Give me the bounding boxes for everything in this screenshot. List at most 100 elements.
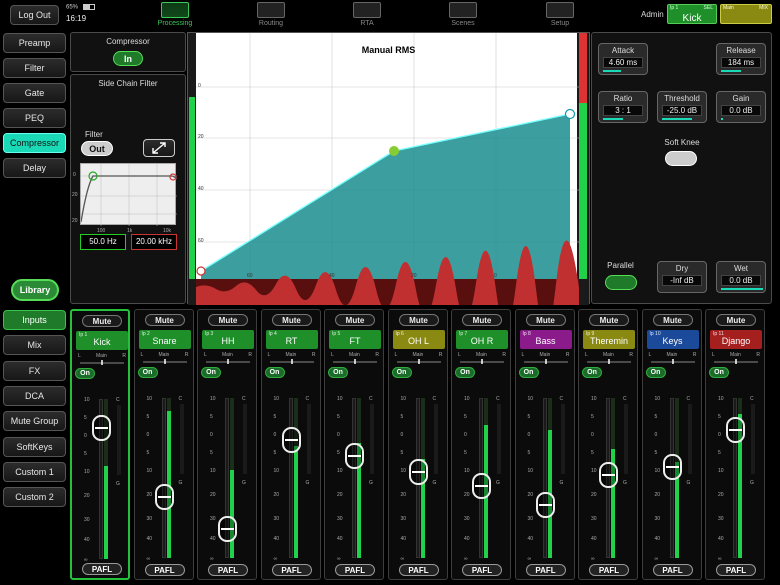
proc-menu-delay[interactable]: Delay [3,158,66,178]
mute-button[interactable]: Mute [652,314,693,326]
nav-menu-dca[interactable]: DCA [3,385,66,406]
pan-control[interactable]: L Main R [458,352,506,364]
proc-menu-peq[interactable]: PEQ [3,108,66,128]
pan-control[interactable]: L Main R [522,352,570,364]
library-button[interactable]: Library [11,279,59,301]
nav-menu-mute-group[interactable]: Mute Group [3,411,66,432]
pafl-button[interactable]: PAFL [398,564,439,576]
mute-button[interactable]: Mute [525,314,566,326]
mute-button[interactable]: Mute [716,314,756,326]
soft-knee-toggle[interactable] [665,151,697,166]
fader-cap[interactable] [281,427,301,453]
on-button[interactable]: On [518,367,539,378]
on-button[interactable]: On [137,367,158,378]
wet-control[interactable]: Wet 0.0 dB [716,261,766,293]
pafl-button[interactable]: PAFL [716,564,756,576]
fader-cap[interactable] [408,459,428,485]
mute-button[interactable]: Mute [271,314,312,326]
pafl-button[interactable]: PAFL [335,564,375,576]
sidechain-graph[interactable]: 0 20 20 100 1k 10k [72,163,178,234]
threshold-control[interactable]: Threshold -25.0 dB [657,91,707,123]
proc-menu-compressor[interactable]: Compressor [3,133,66,153]
mute-button[interactable]: Mute [144,314,185,326]
channel-name-box[interactable]: Ip 1 Kick [76,331,128,350]
pan-control[interactable]: L Main R [712,352,760,364]
gain-control[interactable]: Gain 0.0 dB [716,91,766,123]
channel-name-box[interactable]: Ip 6 OH L [392,330,445,349]
tab-routing[interactable]: Routing [251,2,291,30]
on-button[interactable]: On [75,368,95,379]
fader-cap[interactable] [218,516,237,542]
pan-control[interactable]: L Main R [649,352,697,364]
nav-menu-mix[interactable]: Mix [3,335,66,356]
fader-cap[interactable] [726,417,745,443]
dry-control[interactable]: Dry -Inf dB [657,261,707,293]
nav-menu-custom-2[interactable]: Custom 2 [3,487,66,508]
nav-menu-softkeys[interactable]: SoftKeys [3,436,66,457]
on-button[interactable]: On [709,367,729,378]
mute-button[interactable]: Mute [208,314,248,326]
channel-name-box[interactable]: Ip 9 Theremin [583,330,635,349]
pafl-button[interactable]: PAFL [208,564,248,576]
pan-control[interactable]: L Main R [585,352,633,364]
compressor-graph[interactable]: Manual RMS 0 20 40 60 60 40 20 0 [187,32,590,305]
mute-button[interactable]: Mute [462,314,502,326]
compressor-in-button[interactable]: In [113,51,143,66]
mix-select-box[interactable]: Main MIX [720,4,772,24]
tab-processing[interactable]: Processing [155,2,195,30]
pafl-button[interactable]: PAFL [271,564,312,576]
on-button[interactable]: On [582,367,602,378]
fader-cap[interactable] [599,462,618,488]
channel-name-box[interactable]: Ip 11 Django [710,330,762,349]
pafl-button[interactable]: PAFL [589,564,629,576]
selected-channel-box[interactable]: Ip 1 SEL Kick [667,4,717,24]
channel-name-box[interactable]: Ip 3 HH [202,330,254,349]
release-control[interactable]: Release 184 ms [716,43,766,75]
mute-button[interactable]: Mute [82,315,122,327]
filter-toggle-button[interactable]: Out [81,141,113,156]
tab-scenes[interactable]: Scenes [443,2,483,30]
pafl-button[interactable]: PAFL [652,564,693,576]
on-button[interactable]: On [328,367,348,378]
channel-name-box[interactable]: Ip 4 RT [265,330,318,349]
pafl-button[interactable]: PAFL [462,564,502,576]
pan-control[interactable]: L Main R [78,353,126,365]
expand-icon[interactable] [143,139,175,157]
channel-name-box[interactable]: Ip 5 FT [329,330,381,349]
pafl-button[interactable]: PAFL [82,563,122,575]
channel-name-box[interactable]: Ip 10 Keys [646,330,699,349]
on-button[interactable]: On [391,367,412,378]
fader-cap[interactable] [154,484,174,510]
fader-cap[interactable] [472,473,491,499]
mute-button[interactable]: Mute [398,314,439,326]
parallel-toggle[interactable] [605,275,637,290]
hpf-value[interactable]: 50.0 Hz [80,234,126,250]
logout-button[interactable]: Log Out [10,5,59,25]
mute-button[interactable]: Mute [589,314,629,326]
tab-setup[interactable]: Setup [540,2,580,30]
tab-rta[interactable]: RTA [347,2,387,30]
proc-menu-gate[interactable]: Gate [3,83,66,103]
pan-control[interactable]: L Main R [395,352,443,364]
pan-control[interactable]: L Main R [141,352,189,364]
channel-name-box[interactable]: Ip 8 Bass [519,330,572,349]
channel-name-box[interactable]: Ip 7 OH R [456,330,508,349]
on-button[interactable]: On [455,367,475,378]
pan-control[interactable]: L Main R [204,352,252,364]
on-button[interactable]: On [645,367,666,378]
pafl-button[interactable]: PAFL [144,564,185,576]
on-button[interactable]: On [264,367,285,378]
pan-control[interactable]: L Main R [331,352,379,364]
lpf-value[interactable]: 20.00 kHz [131,234,177,250]
nav-menu-fx[interactable]: FX [3,360,66,381]
nav-menu-inputs[interactable]: Inputs [3,310,66,330]
mute-button[interactable]: Mute [335,314,375,326]
ratio-control[interactable]: Ratio 3 : 1 [598,91,648,123]
fader-cap[interactable] [345,443,364,469]
fader-cap[interactable] [92,415,111,441]
channel-name-box[interactable]: Ip 2 Snare [138,330,191,349]
proc-menu-preamp[interactable]: Preamp [3,33,66,53]
on-button[interactable]: On [201,367,221,378]
pafl-button[interactable]: PAFL [525,564,566,576]
nav-menu-custom-1[interactable]: Custom 1 [3,461,66,482]
